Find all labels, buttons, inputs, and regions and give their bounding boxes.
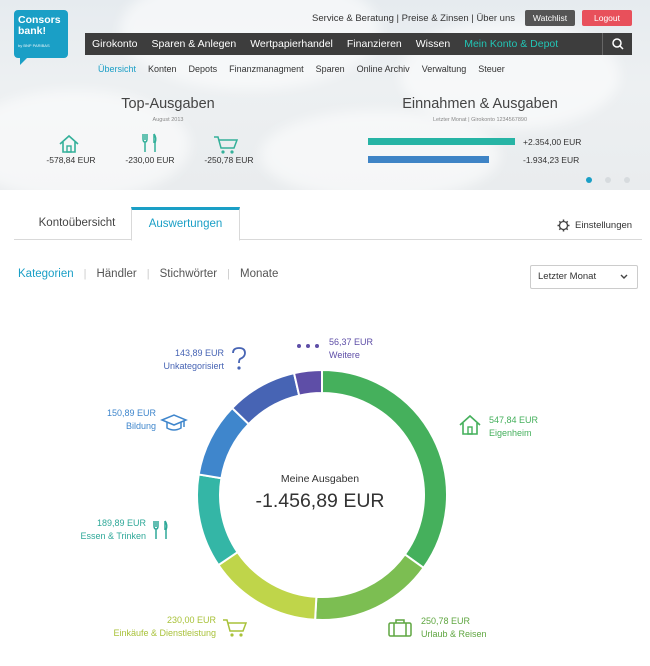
main-navigation: Girokonto Sparen & Anlegen Wertpapierhan… — [85, 33, 632, 55]
category-name: Unkategorisiert — [163, 361, 224, 371]
subnav-verwaltung[interactable]: Verwaltung — [416, 64, 473, 76]
subnav-konten[interactable]: Konten — [142, 64, 183, 76]
logout-button[interactable]: Logout — [582, 10, 632, 26]
period-select[interactable]: Letzter Monat — [530, 265, 638, 289]
filter-monate[interactable]: Monate — [240, 268, 278, 280]
nav-finanzieren[interactable]: Finanzieren — [340, 33, 409, 55]
category-amount: 230,00 EUR — [166, 615, 216, 625]
income-bar-fill — [368, 138, 515, 145]
income-bar — [368, 138, 515, 145]
question-icon — [232, 347, 246, 370]
donut-segment[interactable] — [196, 473, 239, 567]
category-amount: 189,89 EUR — [96, 518, 146, 528]
chevron-down-icon — [620, 274, 628, 279]
gear-icon — [557, 219, 570, 232]
subnav-steuer[interactable]: Steuer — [472, 64, 511, 76]
donut-segment[interactable] — [217, 550, 318, 621]
subnav-uebersicht[interactable]: Übersicht — [92, 64, 142, 76]
category-name: Bildung — [125, 421, 156, 431]
donut-segment[interactable] — [197, 406, 251, 480]
nav-girokonto[interactable]: Girokonto — [85, 33, 145, 55]
category-einkaeufe-dienstleistung[interactable]: 230,00 EUR Einkäufe & Dienstleistung — [96, 615, 216, 638]
search-icon — [612, 38, 624, 50]
house-icon — [459, 414, 481, 435]
tab-auswertungen[interactable]: Auswertungen — [131, 207, 240, 241]
category-essen-trinken[interactable]: 189,89 EUR Essen & Trinken — [55, 518, 146, 541]
filter-stichwoerter[interactable]: Stichwörter — [160, 268, 218, 280]
filter-separator: | — [83, 268, 87, 280]
subnav-sparen[interactable]: Sparen — [310, 64, 351, 76]
filter-separator: | — [146, 268, 150, 280]
nav-wertpapierhandel[interactable]: Wertpapierhandel — [243, 33, 340, 55]
category-urlaub-reisen[interactable]: 250,78 EUR Urlaub & Reisen — [421, 616, 487, 639]
category-weitere[interactable]: 56,37 EUR Weitere — [329, 337, 373, 360]
donut-segment[interactable] — [230, 371, 301, 426]
category-bildung[interactable]: 150,89 EUR Bildung — [85, 408, 156, 431]
watchlist-button[interactable]: Watchlist — [525, 10, 575, 26]
expense-value: -1.934,23 EUR — [523, 155, 580, 165]
category-name: Einkäufe & Dienstleistung — [113, 628, 216, 638]
einnahmen-subtitle: Letzter Monat | Girokonto 1234567890 — [432, 117, 528, 123]
graduation-cap-icon — [160, 414, 188, 431]
donut-segment[interactable] — [321, 368, 448, 570]
carousel-dot[interactable] — [605, 177, 611, 183]
category-eigenheim[interactable]: 547,84 EUR Eigenheim — [489, 415, 538, 438]
expense-bar-fill — [368, 156, 489, 163]
nav-sparen-anlegen[interactable]: Sparen & Anlegen — [145, 33, 244, 55]
more-dots-icon — [297, 344, 319, 348]
subnav-depots[interactable]: Depots — [183, 64, 224, 76]
category-amount: 547,84 EUR — [489, 415, 539, 425]
settings-label: Einstellungen — [575, 220, 633, 231]
top-ausgabe-value: -230,00 EUR — [125, 155, 175, 165]
donut-center-value: -1.456,89 EUR — [255, 490, 385, 512]
expense-bar — [368, 156, 515, 163]
carousel-dot[interactable] — [624, 177, 630, 183]
category-name: Weitere — [329, 350, 360, 360]
settings-button[interactable]: Einstellungen — [557, 219, 632, 232]
category-amount: 150,89 EUR — [106, 408, 156, 418]
category-name: Urlaub & Reisen — [421, 629, 487, 639]
carousel-dot[interactable] — [586, 177, 592, 183]
income-value: +2.354,00 EUR — [523, 137, 582, 147]
tab-kontouebersicht[interactable]: Kontoübersicht — [22, 207, 132, 240]
top-ausgaben-title: Top-Ausgaben — [121, 96, 215, 112]
subnav-online-archiv[interactable]: Online Archiv — [351, 64, 416, 76]
filter-separator: | — [227, 268, 231, 280]
donut-center-label: Meine Ausgaben — [280, 473, 360, 485]
subnav-finanzmanagment[interactable]: Finanzmanagment — [223, 64, 310, 76]
category-amount: 250,78 EUR — [421, 616, 471, 626]
category-name: Eigenheim — [489, 428, 532, 438]
top-ausgabe-value: -578,84 EUR — [46, 155, 96, 165]
suitcase-icon — [388, 619, 412, 637]
house-icon — [59, 134, 79, 153]
cart-icon — [214, 136, 239, 154]
filter-kategorien[interactable]: Kategorien — [18, 268, 74, 280]
nav-wissen[interactable]: Wissen — [409, 33, 457, 55]
donut-segment[interactable] — [314, 553, 425, 621]
top-ausgaben-subtitle: August 2013 — [152, 117, 184, 123]
search-button[interactable] — [602, 33, 632, 55]
filter-haendler[interactable]: Händler — [96, 268, 136, 280]
nav-mein-konto-depot[interactable]: Mein Konto & Depot — [457, 33, 565, 55]
service-links[interactable]: Service & Beratung | Preise & Zinsen | Ü… — [300, 13, 515, 24]
category-amount: 143,89 EUR — [174, 348, 224, 358]
sub-navigation: Übersicht Konten Depots Finanzmanagment … — [92, 64, 511, 76]
filter-bar: Kategorien | Händler | Stichwörter | Mon… — [18, 268, 278, 280]
period-select-value: Letzter Monat — [538, 271, 597, 282]
top-ausgabe-value: -250,78 EUR — [204, 155, 254, 165]
einnahmen-title: Einnahmen & Ausgaben — [402, 96, 558, 112]
category-unkategorisiert[interactable]: 143,89 EUR Unkategorisiert — [126, 348, 224, 371]
consorsbank-logo[interactable]: Consors bank! by BNP PARIBAS — [14, 10, 68, 65]
donut-segment[interactable] — [292, 368, 323, 397]
tab-bar: Kontoübersicht Auswertungen — [14, 207, 642, 241]
cutlery-icon — [142, 133, 157, 152]
cart-icon — [223, 619, 248, 637]
cutlery-icon — [153, 520, 168, 539]
category-name: Essen & Trinken — [80, 531, 146, 541]
hero-banner: Consors bank! by BNP PARIBAS Service & B… — [0, 0, 650, 190]
category-amount: 56,37 EUR — [329, 337, 374, 347]
